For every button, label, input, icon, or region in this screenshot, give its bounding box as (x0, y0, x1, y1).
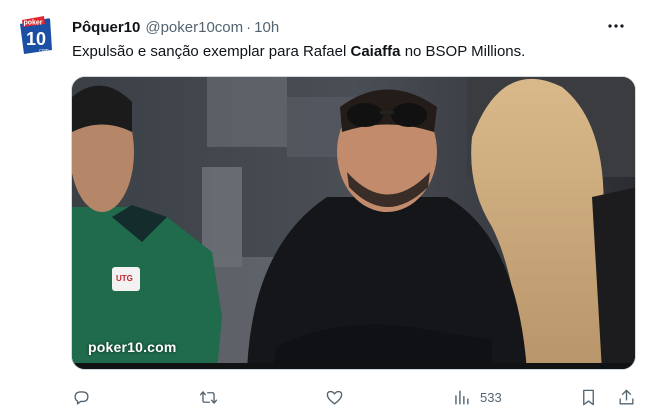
views-button[interactable]: 533 (452, 386, 502, 408)
heart-icon (326, 390, 343, 405)
reply-button[interactable] (72, 386, 91, 408)
svg-text:poker: poker (23, 20, 42, 27)
tweet-photo[interactable]: poker10.com UTG (71, 76, 636, 370)
svg-text:com: com (39, 48, 48, 54)
share-button[interactable] (617, 386, 636, 408)
tweet-text-bold: Caiaffa (350, 43, 401, 60)
bookmark-icon (583, 389, 594, 405)
tweet-actions: 533 (72, 386, 638, 408)
photo-scene (72, 77, 635, 369)
tweet-text-end: no BSOP Millions. (400, 43, 526, 60)
poker10-logo: poker 10 com (14, 14, 58, 58)
retweet-button[interactable] (199, 386, 218, 408)
bookmark-button[interactable] (579, 386, 598, 408)
author-handle[interactable]: @poker10com (145, 19, 243, 36)
like-button[interactable] (325, 386, 344, 408)
more-icon (608, 24, 624, 28)
views-icon (455, 389, 469, 405)
tweet-header: Pôquer10 @poker10com · 10h (72, 17, 627, 37)
tweet-text: Expulsão e sanção exemplar para Rafael C… (72, 42, 525, 62)
avatar[interactable]: poker 10 com (14, 14, 58, 58)
svg-text:10: 10 (26, 29, 46, 49)
more-options-button[interactable] (605, 15, 627, 37)
shirt-logo: UTG (116, 274, 133, 283)
retweet-icon (199, 390, 218, 404)
share-icon (619, 389, 634, 405)
views-count: 533 (480, 389, 502, 405)
header-separator: · (246, 18, 252, 36)
reply-icon (74, 390, 89, 405)
author-name[interactable]: Pôquer10 (72, 19, 140, 36)
photo-watermark: poker10.com (88, 339, 177, 355)
tweet-text-start: Expulsão e sanção exemplar para Rafael (72, 43, 351, 60)
tweet-timestamp[interactable]: 10h (254, 19, 279, 36)
